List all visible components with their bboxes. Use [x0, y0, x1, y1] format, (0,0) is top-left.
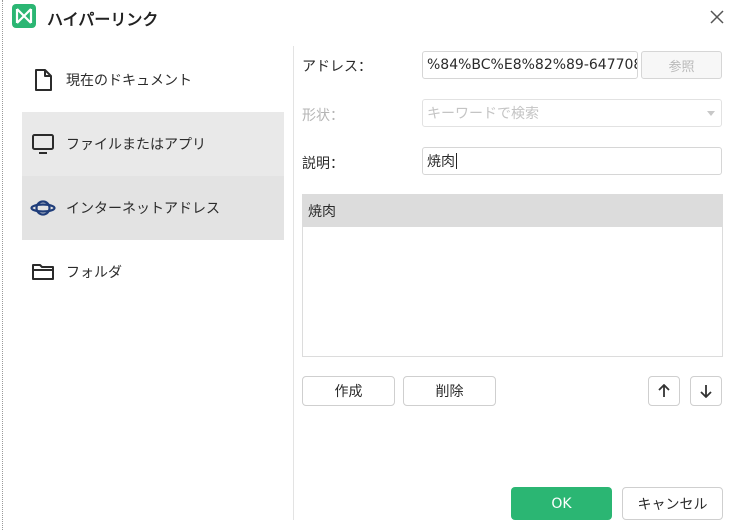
nav-item-folder[interactable]: フォルダ	[22, 240, 284, 304]
description-value: 焼肉	[427, 154, 455, 170]
nav-item-current-document[interactable]: 現在のドキュメント	[22, 48, 284, 112]
list-item[interactable]: 焼肉	[303, 195, 722, 227]
app-logo-icon	[12, 4, 36, 28]
link-type-nav: 現在のドキュメント ファイルまたはアプリ インターネットアドレス フォルダ	[22, 48, 284, 304]
description-input[interactable]: 焼肉	[422, 147, 722, 175]
panel-divider	[293, 46, 294, 520]
address-value: %84%BC%E8%82%89-647708	[427, 57, 638, 73]
arrow-down-icon	[700, 385, 712, 398]
shape-search-select[interactable]: キーワードで検索	[422, 99, 722, 127]
nav-item-label: フォルダ	[66, 265, 122, 281]
move-down-button[interactable]	[690, 376, 722, 406]
chevron-down-icon	[707, 111, 715, 116]
monitor-icon	[32, 134, 54, 154]
nav-item-label: ファイルまたはアプリ	[66, 137, 206, 153]
link-list[interactable]: 焼肉	[302, 194, 723, 357]
planet-icon	[30, 200, 56, 216]
address-label: アドレス：	[302, 59, 372, 75]
shape-placeholder: キーワードで検索	[427, 106, 539, 122]
dialog-title: ハイパーリンク	[47, 10, 159, 29]
description-label: 説明：	[302, 156, 344, 172]
nav-item-internet-address[interactable]: インターネットアドレス	[22, 176, 284, 240]
ok-button[interactable]: OK	[511, 487, 612, 520]
create-button[interactable]: 作成	[302, 376, 395, 406]
arrow-up-icon	[658, 384, 670, 397]
nav-item-label: 現在のドキュメント	[66, 73, 192, 89]
close-button[interactable]	[704, 4, 730, 30]
cancel-button[interactable]: キャンセル	[622, 487, 723, 520]
nav-item-file-or-app[interactable]: ファイルまたはアプリ	[22, 112, 284, 176]
folder-icon	[32, 264, 54, 280]
close-icon	[710, 10, 724, 24]
shape-label: 形状：	[302, 108, 344, 124]
move-up-button[interactable]	[648, 376, 680, 406]
window-edge	[2, 0, 3, 530]
address-input[interactable]: %84%BC%E8%82%89-647708	[422, 51, 638, 79]
nav-item-label: インターネットアドレス	[66, 201, 220, 217]
text-caret	[456, 153, 457, 169]
document-icon	[35, 69, 52, 91]
delete-button[interactable]: 削除	[403, 376, 496, 406]
browse-button[interactable]: 参照	[641, 51, 722, 79]
